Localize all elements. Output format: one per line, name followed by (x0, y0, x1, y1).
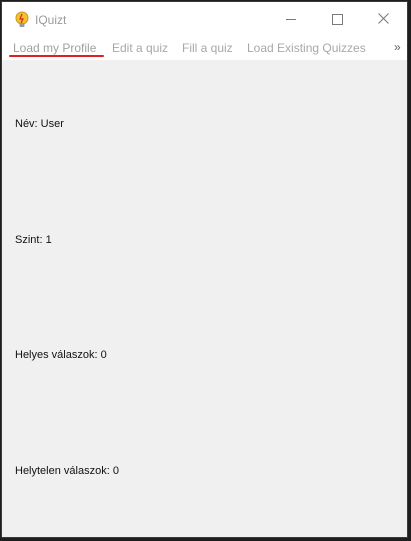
app-window: IQuizt Load my Profile Edit a quiz Fill … (1, 1, 408, 538)
close-button[interactable] (360, 2, 406, 36)
tab-fill-a-quiz[interactable]: Fill a quiz (182, 41, 233, 55)
profile-name-label: Név: User (15, 118, 64, 130)
maximize-button[interactable] (314, 2, 360, 36)
lightbulb-icon (14, 11, 30, 29)
profile-incorrect-answers-label: Helytelen válaszok: 0 (15, 465, 119, 477)
active-tab-indicator (9, 55, 104, 57)
tab-overflow-button[interactable]: » (394, 40, 401, 54)
tab-load-existing-quizzes[interactable]: Load Existing Quizzes (247, 41, 366, 55)
minimize-icon (286, 18, 296, 20)
minimize-button[interactable] (268, 2, 314, 36)
maximize-icon (331, 13, 343, 25)
window-title: IQuizt (35, 13, 67, 27)
profile-correct-answers-label: Helyes válaszok: 0 (15, 349, 107, 361)
tab-edit-a-quiz[interactable]: Edit a quiz (112, 41, 168, 55)
profile-level-label: Szint: 1 (15, 234, 52, 246)
title-bar[interactable]: IQuizt (2, 2, 407, 36)
tab-load-my-profile[interactable]: Load my Profile (13, 41, 96, 55)
close-icon (377, 11, 389, 27)
